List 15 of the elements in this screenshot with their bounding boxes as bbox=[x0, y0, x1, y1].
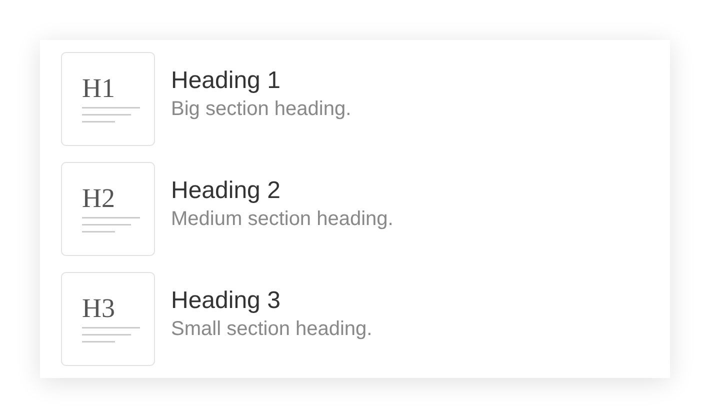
item-title: Heading 2 bbox=[171, 176, 282, 206]
item-title: Heading 3 bbox=[171, 286, 282, 316]
text-lines-icon bbox=[82, 326, 140, 344]
heading-level-label: H1 bbox=[82, 73, 115, 103]
item-title: Heading 1 bbox=[171, 66, 282, 96]
item-description: Big section heading. bbox=[171, 97, 352, 122]
heading-level-label: H2 bbox=[82, 183, 115, 213]
text-lines-icon bbox=[82, 106, 140, 124]
text-lines-icon bbox=[82, 216, 140, 234]
item-description: Medium section heading. bbox=[171, 207, 394, 232]
heading-level-label: H3 bbox=[82, 293, 115, 323]
menu-item[interactable]: H3 Heading 3 Small section heading. bbox=[61, 272, 670, 366]
menu-item[interactable]: H1 Heading 1 Big section heading. bbox=[61, 52, 670, 146]
item-description: Small section heading. bbox=[171, 317, 372, 342]
menu-item[interactable]: H2 Heading 2 Medium section heading. bbox=[61, 162, 670, 256]
